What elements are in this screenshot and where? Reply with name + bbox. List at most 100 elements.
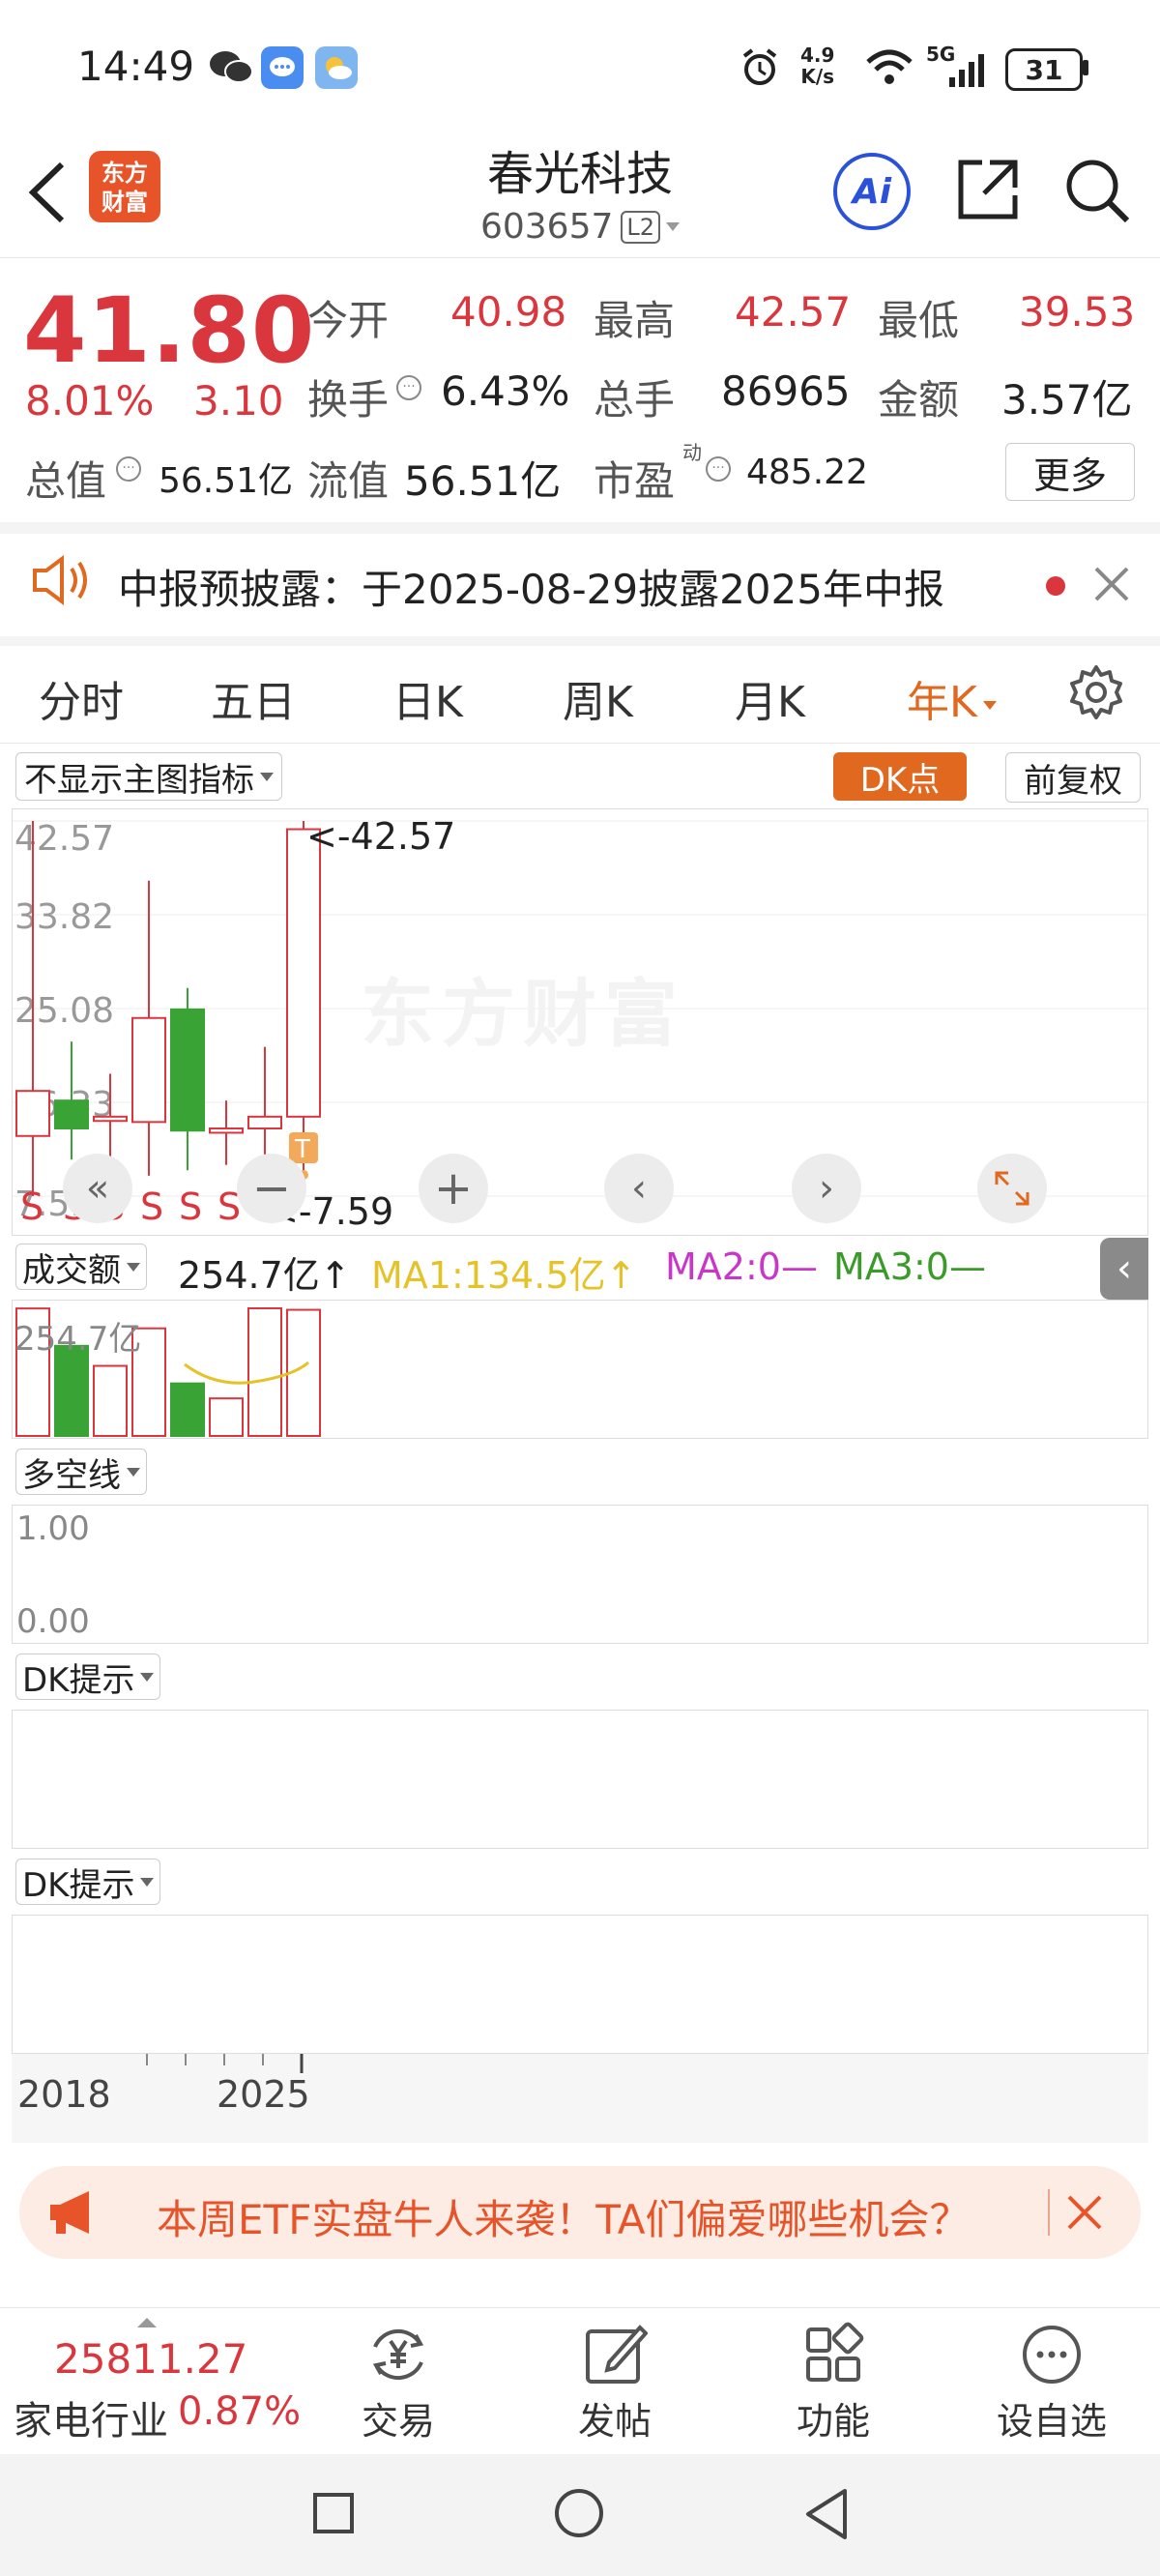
logo-text-line2: 财富	[102, 189, 148, 216]
turnover-value: 6.43%	[441, 367, 570, 415]
back-nav-button[interactable]	[802, 2487, 851, 2545]
volume-bar[interactable]	[209, 1397, 244, 1437]
sector-percent: 0.87%	[178, 2389, 302, 2434]
dk-hint-select-2[interactable]: DK提示	[15, 1859, 161, 1905]
high-value: 42.57	[735, 288, 852, 336]
zoom-in-button[interactable]: +	[419, 1154, 488, 1223]
scroll-left-fast-button[interactable]: «	[63, 1154, 132, 1223]
tab-month-k[interactable]: 月K	[735, 667, 805, 729]
y-tick-label: 42.57	[14, 819, 114, 859]
post-label: 发帖	[577, 2400, 652, 2443]
share-icon	[958, 160, 1018, 220]
amount-value: 3.57亿	[1001, 376, 1133, 424]
more-label: 更多	[1032, 454, 1107, 497]
candle-body[interactable]	[93, 1115, 128, 1123]
fullscreen-button[interactable]	[977, 1154, 1047, 1223]
ai-button[interactable]: Ai	[833, 153, 911, 230]
candle-body[interactable]	[209, 1127, 244, 1134]
caret-down-icon	[666, 222, 681, 231]
chevron-left-icon: ‹	[631, 1166, 647, 1211]
dk-hint-chart-2[interactable]	[12, 1915, 1148, 2054]
functions-button[interactable]: 功能	[787, 2322, 880, 2444]
candle-body[interactable]	[247, 1115, 282, 1130]
dk-hint-select-1[interactable]: DK提示	[15, 1654, 161, 1700]
home-button[interactable]	[555, 2489, 603, 2537]
recent-apps-button[interactable]	[313, 2493, 354, 2533]
x-axis-end: 2025	[217, 2073, 310, 2116]
pe-label: 市盈	[594, 457, 676, 505]
volume-bar[interactable]	[93, 1364, 128, 1437]
long-short-chart[interactable]: 1.00 0.00	[12, 1505, 1148, 1644]
volume-bar[interactable]	[247, 1307, 282, 1437]
caret-down-icon	[982, 700, 997, 710]
close-notice-button[interactable]	[1092, 565, 1131, 607]
dk-point-button[interactable]: DK点	[833, 752, 967, 801]
info-icon[interactable]: ···	[116, 456, 141, 482]
trade-button[interactable]: 交易	[352, 2322, 445, 2444]
promo-banner[interactable]: 本周ETF实盘牛人来袭！TA们偏爱哪些机会？	[19, 2166, 1141, 2259]
scroll-right-button[interactable]: ›	[792, 1154, 861, 1223]
sell-signal-marker[interactable]: S	[20, 1186, 44, 1228]
notice-bar[interactable]: 中报预披露：于2025-08-29披露2025年中报	[0, 534, 1160, 636]
y-tick-label: 33.82	[14, 897, 114, 937]
app-header: 东方 财富 春光科技 603657 L2 Ai	[0, 135, 1160, 257]
tabs-divider	[0, 743, 1160, 744]
back-button[interactable]	[23, 159, 72, 230]
sell-signal-marker[interactable]: S	[140, 1186, 163, 1228]
y-tick-label: 25.08	[14, 991, 114, 1031]
tab-week-k[interactable]: 周K	[563, 667, 633, 729]
logo-text-line1: 东方	[102, 160, 148, 187]
share-button[interactable]	[953, 155, 1023, 228]
volume-label: 总手	[594, 376, 676, 424]
add-watchlist-button[interactable]: 设自选	[994, 2322, 1110, 2444]
candle-body[interactable]	[131, 1016, 166, 1124]
tab-fenshi[interactable]: 分时	[39, 667, 124, 729]
scroll-left-button[interactable]: ‹	[604, 1154, 674, 1223]
dk-hint-label-2: DK提示	[22, 1865, 135, 1905]
tab-5day[interactable]: 五日	[211, 667, 296, 729]
chart-settings-button[interactable]	[1067, 663, 1125, 725]
sector-name[interactable]: 家电行业	[14, 2389, 168, 2445]
stock-title-block[interactable]: 春光科技 603657 L2	[387, 135, 773, 247]
dk-hint-chart-1[interactable]	[12, 1710, 1148, 1849]
more-button[interactable]: 更多	[1005, 443, 1135, 501]
candle-body[interactable]	[170, 1008, 205, 1132]
volume-indicator-label: 成交额	[22, 1250, 121, 1290]
volume-axis-label: 254.7亿	[14, 1320, 142, 1359]
chevron-left-icon: ‹	[1116, 1246, 1132, 1291]
level2-badge: L2	[621, 210, 661, 244]
long-short-label: 多空线	[22, 1455, 121, 1495]
candle-body[interactable]	[286, 828, 321, 1118]
index-value[interactable]: 25811.27	[54, 2335, 247, 2383]
edit-icon	[586, 2325, 649, 2384]
search-button[interactable]	[1061, 155, 1133, 230]
info-icon[interactable]: ···	[706, 456, 731, 482]
volume-bar[interactable]	[170, 1382, 205, 1437]
tab-day-k[interactable]: 日K	[392, 667, 463, 729]
main-indicator-select[interactable]: 不显示主图指标	[15, 752, 282, 801]
volume-value: 86965	[721, 367, 851, 415]
zoom-out-button[interactable]: −	[237, 1154, 306, 1223]
t-marker-text: T	[294, 1135, 310, 1164]
kline-chart[interactable]: 42.5733.8225.0816.337.59SSSSSSST 东方财富 <-…	[12, 808, 1149, 1236]
gear-icon	[1070, 665, 1122, 719]
candle-body[interactable]	[15, 1090, 50, 1137]
volume-indicator-select[interactable]: 成交额	[15, 1244, 147, 1290]
stock-code: 603657	[479, 207, 614, 247]
info-icon[interactable]: ···	[396, 375, 421, 400]
close-icon	[1067, 2195, 1102, 2230]
adjust-button[interactable]: 前复权	[1005, 752, 1141, 803]
sell-signal-marker[interactable]: S	[179, 1186, 202, 1228]
tab-year-k[interactable]: 年K	[907, 667, 997, 729]
post-button[interactable]: 发帖	[568, 2322, 661, 2444]
turnover-label: 换手	[307, 376, 390, 424]
close-promo-button[interactable]	[1065, 2193, 1104, 2236]
long-short-select[interactable]: 多空线	[15, 1449, 147, 1495]
volume-chart[interactable]: 254.7亿	[12, 1300, 1148, 1439]
side-panel-toggle[interactable]: ‹	[1100, 1238, 1148, 1300]
time-axis-ticks	[146, 2054, 304, 2073]
plus-icon: +	[433, 1161, 474, 1215]
caret-down-icon	[140, 1672, 155, 1682]
candle-body[interactable]	[54, 1099, 89, 1130]
trade-label: 交易	[361, 2400, 435, 2443]
